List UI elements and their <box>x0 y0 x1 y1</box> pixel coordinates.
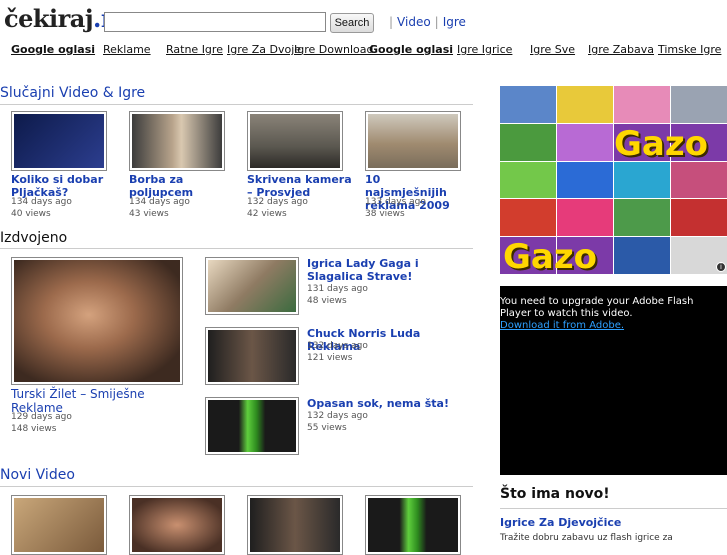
section-title-featured: Izdvojeno <box>0 230 68 246</box>
search-input[interactable] <box>104 12 326 32</box>
category-link-igre-za-dvoje[interactable]: Igre Za Dvoje <box>227 43 301 56</box>
video-views: 48 views <box>307 296 347 306</box>
video-age: 129 days ago <box>11 412 72 422</box>
video-age: 131 days ago <box>307 284 368 294</box>
video-thumbnail[interactable] <box>247 111 343 171</box>
news-link[interactable]: Igrice Za Djevojčice <box>500 516 621 529</box>
category-link-igre-zabava[interactable]: Igre Zabava <box>588 43 654 56</box>
section-divider <box>0 248 473 249</box>
video-views: 121 views <box>307 353 353 363</box>
category-link-igre-igrice[interactable]: Igre Igrice <box>457 43 512 56</box>
category-nav: Google oglasi Reklame Ratne Igre Igre Za… <box>0 43 727 59</box>
video-views: 40 views <box>11 209 51 219</box>
video-age: 132 days ago <box>307 341 368 351</box>
search-button[interactable]: Search <box>330 13 374 33</box>
nav-igre-link[interactable]: Igre <box>443 15 466 29</box>
video-thumbnail[interactable] <box>365 111 461 171</box>
video-title-link[interactable]: Opasan sok, nema šta! <box>307 397 467 410</box>
video-thumbnail[interactable] <box>365 495 461 555</box>
section-title-random: Slučajni Video & Igre <box>0 85 146 101</box>
nav-video-link[interactable]: Video <box>397 15 431 29</box>
video-views: 43 views <box>129 209 169 219</box>
video-thumbnail[interactable] <box>11 111 107 171</box>
logo-text: čekiraj <box>4 4 94 33</box>
section-divider <box>0 486 473 487</box>
video-age: 132 days ago <box>307 411 368 421</box>
category-link-google-oglasi[interactable]: Google oglasi <box>11 43 95 56</box>
video-age: 134 days ago <box>11 197 72 207</box>
category-link-igre-sve[interactable]: Igre Sve <box>530 43 575 56</box>
separator: | <box>434 15 439 29</box>
video-views: 148 views <box>11 424 57 434</box>
video-views: 38 views <box>365 209 405 219</box>
featured-video-thumbnail[interactable] <box>11 257 183 385</box>
flash-message: You need to upgrade your Adobe Flash Pla… <box>500 296 694 319</box>
category-link-ratne-igre[interactable]: Ratne Igre <box>166 43 223 56</box>
flash-download-link[interactable]: Download it from Adobe. <box>500 320 624 331</box>
video-thumbnail[interactable] <box>11 495 107 555</box>
video-views: 42 views <box>247 209 287 219</box>
video-age: 134 days ago <box>129 197 190 207</box>
video-thumbnail[interactable] <box>247 495 343 555</box>
category-link-igre-download[interactable]: Igre Download <box>294 43 373 56</box>
news-text: Tražite dobru zabavu uz flash igrice za <box>500 533 673 543</box>
section-divider <box>0 104 473 105</box>
section-title-new-video: Novi Video <box>0 467 75 483</box>
video-age: 133 days ago <box>365 197 426 207</box>
video-thumbnail[interactable] <box>129 495 225 555</box>
ad-brand-text: Gazo <box>614 124 708 164</box>
ad-brand-text: Gazo <box>503 237 597 277</box>
video-thumbnail[interactable] <box>205 327 299 385</box>
video-views: 55 views <box>307 423 347 433</box>
video-title-link[interactable]: Igrica Lady Gaga i Slagalica Strave! <box>307 257 467 283</box>
top-nav: | Video | Igre <box>385 15 466 29</box>
section-divider <box>500 508 727 509</box>
video-thumbnail[interactable] <box>205 257 299 315</box>
video-thumbnail[interactable] <box>205 397 299 455</box>
category-link-google-oglasi-2[interactable]: Google oglasi <box>369 43 453 56</box>
video-age: 132 days ago <box>247 197 308 207</box>
separator: | <box>389 15 394 29</box>
video-thumbnail[interactable] <box>129 111 225 171</box>
news-section-title: Što ima novo! <box>500 486 610 502</box>
flash-player-placeholder: You need to upgrade your Adobe Flash Pla… <box>500 286 727 475</box>
category-link-timske-igre[interactable]: Timske Igre <box>658 43 721 56</box>
category-link-reklame[interactable]: Reklame <box>103 43 151 56</box>
info-icon[interactable]: i <box>716 262 726 272</box>
